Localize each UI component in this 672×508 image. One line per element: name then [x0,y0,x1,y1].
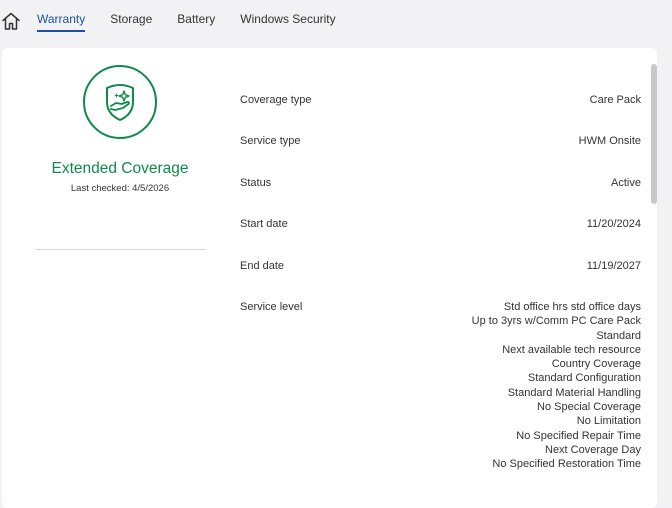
coverage-title: Extended Coverage [51,160,189,177]
status-label: Status [240,177,272,189]
service-type-value: HWM Onsite [578,135,641,147]
service-level-item: Standard Configuration [527,372,641,385]
start-date-value: 11/20/2024 [586,218,641,230]
service-level-item: Next available tech resource [502,343,641,356]
service-level-item: Next Coverage Day [545,443,641,456]
service-level-item: Standard Material Handling [507,386,641,399]
service-level-item: Country Coverage [551,358,641,371]
service-type-label: Service type [240,135,301,147]
top-navigation: Warranty Storage Battery Windows Securit… [0,0,672,44]
end-date-label: End date [240,260,285,272]
tab-warranty[interactable]: Warranty [37,12,86,32]
last-checked-text: Last checked: 4/5/2026 [70,183,170,194]
status-value: Active [611,177,641,189]
service-level-item: No Limitation [576,415,641,428]
divider [35,249,206,250]
service-level-item: No Special Coverage [537,401,641,414]
start-date-label: Start date [240,218,288,230]
service-level-label: Service level [240,301,303,313]
tab-windows-security[interactable]: Windows Security [240,12,335,30]
home-button[interactable] [0,10,22,32]
tab-bar: Warranty Storage Battery Windows Securit… [37,12,361,32]
service-level-item: No Specified Restoration Time [492,458,641,471]
home-icon [2,12,20,30]
end-date-value: 11/19/2027 [586,260,641,272]
service-level-item: No Specified Repair Time [516,429,641,442]
tab-battery[interactable]: Battery [177,12,215,30]
shield-hand-sparkle-icon [83,65,157,139]
tab-storage[interactable]: Storage [110,12,152,30]
scrollbar-thumb[interactable] [651,64,657,204]
warranty-card: Extended Coverage Last checked: 4/5/2026… [2,48,657,508]
service-level-item: Standard [596,329,641,342]
service-level-values: Std office hrs std office days Up to 3yr… [472,300,641,472]
service-level-item: Up to 3yrs w/Comm PC Care Pack [471,315,641,328]
coverage-badge [82,64,157,139]
coverage-type-value: Care Pack [589,94,641,106]
coverage-type-label: Coverage type [240,94,312,106]
service-level-item: Std office hrs std office days [503,301,641,313]
